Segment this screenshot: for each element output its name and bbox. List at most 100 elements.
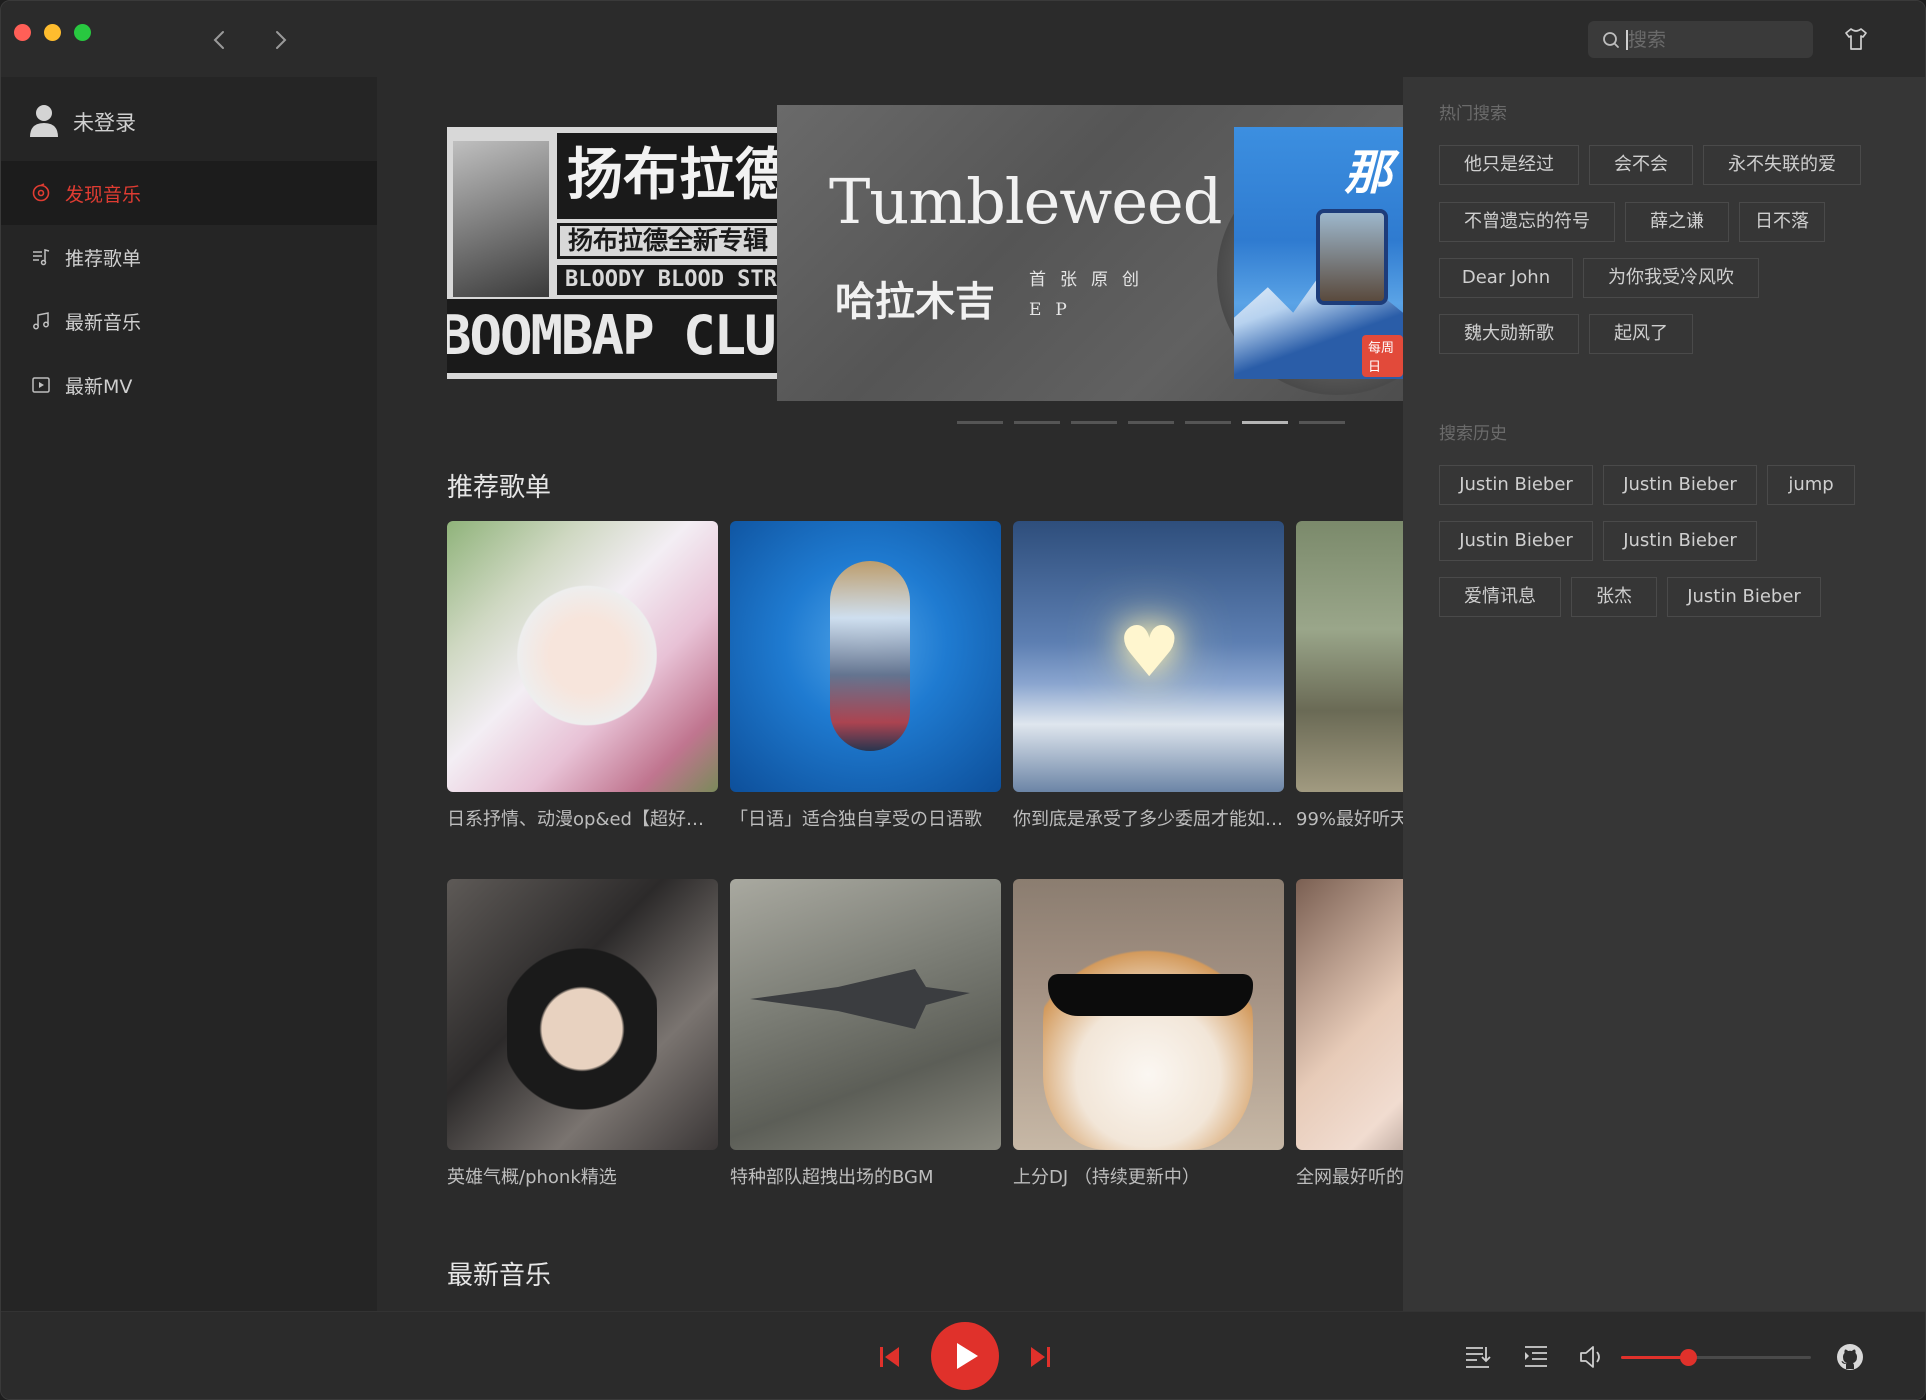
playlist-card[interactable]: 英雄气概/phonk精选 (447, 879, 718, 1199)
hot-search-chip[interactable]: 永不失联的爱 (1703, 145, 1861, 185)
volume-handle[interactable] (1680, 1349, 1697, 1366)
playlist-card[interactable]: 上分DJ （持续更新中） (1013, 879, 1284, 1199)
forward-button[interactable] (267, 27, 293, 53)
search-icon (1603, 32, 1619, 48)
playlist-cover[interactable] (1296, 879, 1403, 1150)
banner-right-text: 那 (1344, 145, 1393, 201)
main-content: 扬布拉德 扬布拉德全新专辑 BLOODY BLOOD STREAM BOOMBA… (377, 77, 1403, 1311)
playlist-title[interactable]: 99%最好听天… (1296, 805, 1403, 831)
volume-icon[interactable] (1577, 1342, 1607, 1372)
hot-search-chip[interactable]: 为你我受冷风吹 (1583, 258, 1759, 298)
history-chip[interactable]: Justin Bieber (1603, 465, 1757, 505)
banner-page-dot[interactable] (1299, 421, 1345, 424)
hot-search-chip[interactable]: Dear John (1439, 258, 1573, 298)
search-box[interactable] (1588, 21, 1813, 58)
banner-artist-photo (453, 141, 549, 297)
banner-left-title: 扬布拉德 (557, 133, 783, 219)
sidebar-item-label: 最新MV (65, 376, 133, 398)
playlist-card[interactable]: 你到底是承受了多少委屈才能如… (1013, 521, 1284, 841)
banner-page-dot[interactable] (1014, 421, 1060, 424)
playlist-card[interactable]: 全网最好听的… (1296, 879, 1403, 1199)
playlist-cover[interactable] (1013, 521, 1284, 792)
banner-pagination (957, 421, 1345, 425)
music-note-icon (33, 312, 49, 330)
sidebar-item-new-music[interactable]: 最新音乐 (1, 289, 377, 353)
playlist-card[interactable]: 日系抒情、动漫op&ed【超好听… (447, 521, 718, 841)
playlist-card[interactable]: 「日语」适合独自享受の日语歌 (730, 521, 1001, 841)
window-close-button[interactable] (14, 24, 31, 41)
sidebar-item-label: 最新音乐 (65, 312, 142, 334)
playlist-cover[interactable] (447, 879, 718, 1150)
section-title-new-music: 最新音乐 (447, 1261, 552, 1291)
playlist-title[interactable]: 特种部队超拽出场的BGM (730, 1163, 1001, 1189)
playlist-title[interactable]: 上分DJ （持续更新中） (1013, 1163, 1284, 1189)
playlist-cover[interactable] (1013, 879, 1284, 1150)
playlist-cover[interactable] (730, 521, 1001, 792)
banner-page-dot[interactable] (1128, 421, 1174, 424)
player-bar (1, 1311, 1925, 1399)
playlist-title[interactable]: 你到底是承受了多少委屈才能如… (1013, 805, 1284, 831)
history-chip[interactable]: Justin Bieber (1603, 521, 1757, 561)
search-input[interactable] (1628, 21, 1808, 58)
hot-search-chip[interactable]: 会不会 (1589, 145, 1693, 185)
banner-page-dot[interactable] (1071, 421, 1117, 424)
playlist-menu-icon[interactable] (1521, 1342, 1551, 1372)
playlist-cover[interactable] (730, 879, 1001, 1150)
banner-page-dot[interactable] (1185, 421, 1231, 424)
history-chip[interactable]: Justin Bieber (1439, 465, 1593, 505)
play-icon (957, 1343, 978, 1369)
sidebar-item-discover[interactable]: 发现音乐 (1, 161, 377, 225)
next-track-button[interactable] (1027, 1344, 1053, 1370)
banner-carousel[interactable]: 扬布拉德 扬布拉德全新专辑 BLOODY BLOOD STREAM BOOMBA… (447, 105, 1403, 401)
window-minimize-button[interactable] (44, 24, 61, 41)
user-icon (30, 105, 58, 137)
github-icon[interactable] (1835, 1342, 1865, 1372)
back-button[interactable] (207, 27, 233, 53)
hot-search-chip[interactable]: 他只是经过 (1439, 145, 1579, 185)
playlist-title[interactable]: 全网最好听的… (1296, 1163, 1403, 1189)
hot-search-chip[interactable]: 起风了 (1589, 314, 1693, 354)
hot-search-chip[interactable]: 薛之谦 (1625, 202, 1729, 242)
banner-center-artist: 哈拉木吉 (835, 278, 995, 325)
user-name: 未登录 (73, 111, 136, 135)
volume-fill (1621, 1356, 1688, 1359)
banner-slide-right[interactable]: 那 每周日 (1234, 127, 1403, 379)
playlist-title[interactable]: 「日语」适合独自享受の日语歌 (730, 805, 1001, 831)
history-chip[interactable]: Justin Bieber (1439, 521, 1593, 561)
banner-right-badge: 每周日 (1362, 335, 1403, 377)
sidebar-item-new-mv[interactable]: 最新MV (1, 353, 377, 417)
volume-slider[interactable] (1621, 1349, 1811, 1366)
banner-right-photo (1316, 209, 1388, 305)
history-chip[interactable]: 张杰 (1571, 577, 1657, 617)
history-chip[interactable]: Justin Bieber (1667, 577, 1821, 617)
history-chip[interactable]: jump (1767, 465, 1855, 505)
banner-center-title: Tumbleweed (829, 165, 1222, 238)
chevron-left-icon (213, 31, 224, 49)
playlist-title[interactable]: 日系抒情、动漫op&ed【超好听… (447, 805, 718, 831)
banner-page-dot[interactable] (957, 421, 1003, 424)
sidebar-item-label: 推荐歌单 (65, 248, 142, 270)
history-chip[interactable]: 爱情讯息 (1439, 577, 1561, 617)
disc-icon (32, 183, 50, 202)
playlist-cover[interactable] (1296, 521, 1403, 792)
playlist-cover[interactable] (447, 521, 718, 792)
hot-search-chip[interactable]: 日不落 (1739, 202, 1825, 242)
hot-search-chip[interactable]: 魏大勋新歌 (1439, 314, 1579, 354)
play-queue-icon[interactable] (1463, 1342, 1493, 1372)
skip-next-icon (1031, 1347, 1050, 1367)
playlist-title[interactable]: 英雄气概/phonk精选 (447, 1163, 718, 1189)
search-suggestions-panel: 热门搜索 他只是经过 会不会 永不失联的爱 不曾遗忘的符号 薛之谦 日不落 De… (1403, 77, 1925, 1311)
search-history-heading: 搜索历史 (1439, 424, 1507, 444)
banner-left-subtitle: 扬布拉德全新专辑 (557, 223, 783, 259)
previous-track-button[interactable] (877, 1344, 903, 1370)
skin-theme-icon[interactable] (1843, 26, 1869, 52)
sidebar-item-playlists[interactable]: 推荐歌单 (1, 225, 377, 289)
hot-search-chip[interactable]: 不曾遗忘的符号 (1439, 202, 1615, 242)
banner-slide-left[interactable]: 扬布拉德 扬布拉德全新专辑 BLOODY BLOOD STREAM BOOMBA… (447, 127, 783, 379)
user-login-row[interactable]: 未登录 (1, 77, 377, 161)
window-maximize-button[interactable] (74, 24, 91, 41)
playlist-card[interactable]: 特种部队超拽出场的BGM (730, 879, 1001, 1199)
banner-page-dot[interactable] (1242, 421, 1288, 424)
play-button[interactable] (931, 1322, 999, 1390)
playlist-card[interactable]: 99%最好听天… (1296, 521, 1403, 841)
